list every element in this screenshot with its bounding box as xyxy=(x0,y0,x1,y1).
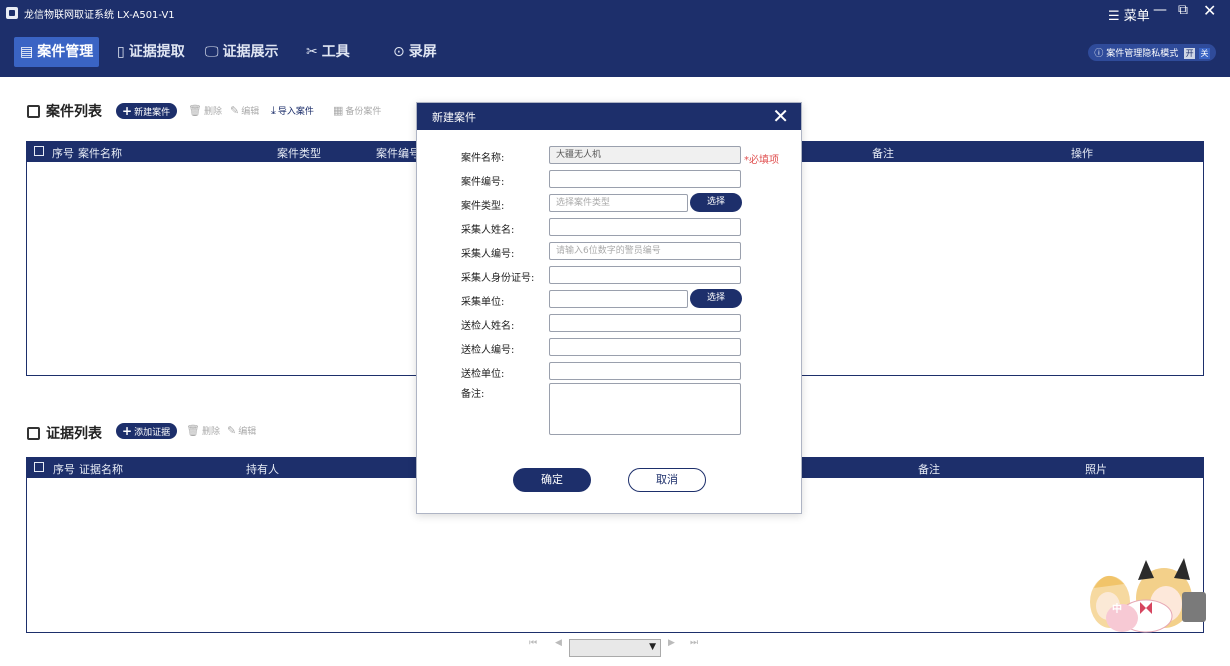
display-icon: 🖵 xyxy=(205,44,219,60)
trash-icon: 🗑 xyxy=(186,424,200,437)
col-remark: 备注 xyxy=(918,463,940,476)
backup-icon: ▦ xyxy=(333,104,344,117)
collector-unit-input[interactable] xyxy=(549,290,688,308)
case-type-label: 案件类型: xyxy=(461,201,505,212)
mascot-badge: 中 xyxy=(1112,604,1122,615)
tab-evidence-display[interactable]: 🖵 证据展示 xyxy=(199,37,285,67)
collector-id-label: 采集人身份证号: xyxy=(461,273,535,284)
dialog-header: 新建案件 ✕ xyxy=(417,103,801,130)
menu-button[interactable]: ☰ 菜单 xyxy=(1108,5,1150,24)
backup-case-button[interactable]: ▦ 备份案件 xyxy=(333,104,381,117)
tab-evidence-extract[interactable]: ▯ 证据提取 xyxy=(111,37,191,67)
delete-evidence-button[interactable]: 🗑 删除 xyxy=(186,424,220,437)
required-hint: *必填项 xyxy=(744,155,779,166)
case-list-icon xyxy=(27,105,40,118)
collector-number-label: 采集人编号: xyxy=(461,249,515,260)
confirm-button[interactable]: 确定 xyxy=(513,468,591,492)
submitter-name-input[interactable] xyxy=(549,314,741,332)
cancel-button[interactable]: 取消 xyxy=(628,468,706,492)
select-all-checkbox[interactable] xyxy=(34,461,48,474)
tab-case-management[interactable]: ▤ 案件管理 xyxy=(14,37,100,67)
mascot-icon xyxy=(1090,558,1206,633)
privacy-off-button[interactable]: 关 xyxy=(1199,48,1210,59)
case-type-input[interactable]: 选择案件类型 xyxy=(549,194,688,212)
collector-name-label: 采集人姓名: xyxy=(461,225,515,236)
col-remark: 备注 xyxy=(872,147,894,160)
privacy-on-button[interactable]: 开 xyxy=(1184,48,1196,59)
minimize-button[interactable]: — xyxy=(1153,2,1167,18)
tab-screen-record[interactable]: ⊙ 录屏 xyxy=(387,37,443,67)
window-title: 龙信物联网取证系统 LX-A501-V1 xyxy=(24,10,175,21)
submitter-unit-input[interactable] xyxy=(549,362,741,380)
page-select[interactable]: ▼ xyxy=(569,639,661,657)
menu-icon: ☰ xyxy=(1108,9,1120,24)
submitter-number-input[interactable] xyxy=(549,338,741,356)
evidence-list-title: 证据列表 xyxy=(27,423,102,443)
new-case-button[interactable]: + 新建案件 xyxy=(116,103,178,119)
collector-unit-select-button[interactable]: 选择 xyxy=(690,289,742,308)
col-photo: 照片 xyxy=(1085,463,1107,476)
record-icon: ⊙ xyxy=(393,44,405,60)
col-evidence-name: 证据名称 xyxy=(79,463,123,476)
mascot-widget[interactable]: 中 xyxy=(1086,558,1210,634)
edit-case-button[interactable]: ✎ 编辑 xyxy=(230,104,259,117)
col-case-type: 案件类型 xyxy=(277,147,321,160)
collector-unit-label: 采集单位: xyxy=(461,297,505,308)
case-number-label: 案件编号: xyxy=(461,177,505,188)
phone-icon: ▯ xyxy=(117,44,125,60)
add-evidence-button[interactable]: + 添加证据 xyxy=(116,423,178,439)
restore-button[interactable]: ⧉ xyxy=(1178,2,1188,18)
first-page-button[interactable]: ⏮ xyxy=(529,638,537,648)
delete-case-button[interactable]: 🗑 删除 xyxy=(188,104,222,117)
submitter-number-label: 送检人编号: xyxy=(461,345,515,356)
collector-number-input[interactable]: 请输入6位数字的警员编号 xyxy=(549,242,741,260)
case-management-icon: ▤ xyxy=(20,44,34,60)
col-operations: 操作 xyxy=(1071,147,1093,160)
submitter-name-label: 送检人姓名: xyxy=(461,321,515,332)
new-case-dialog: 新建案件 ✕ 案件名称: 大疆无人机 *必填项 案件编号: 案件类型: 选择案件… xyxy=(416,102,802,514)
prev-page-button[interactable]: ◀ xyxy=(555,638,562,648)
tools-icon: ✂ xyxy=(306,44,318,60)
select-all-checkbox[interactable] xyxy=(34,145,48,158)
col-seq: 序号 xyxy=(53,463,75,476)
download-icon: ⤓ xyxy=(271,104,276,117)
col-case-name: 案件名称 xyxy=(78,147,122,160)
edit-icon: ✎ xyxy=(227,424,237,437)
privacy-mode-toggle[interactable]: ⓘ 案件管理隐私模式 开 关 xyxy=(1088,44,1216,61)
col-seq: 序号 xyxy=(52,147,74,160)
main-nav: ▤ 案件管理 ▯ 证据提取 🖵 证据展示 ✂ 工具 ⊙ 录屏 ⓘ 案件管理隐私模式 开 关 xyxy=(0,27,1230,77)
remark-textarea[interactable] xyxy=(549,383,741,435)
case-list-title: 案件列表 xyxy=(27,101,102,121)
plus-icon: + xyxy=(122,424,133,438)
evidence-list-icon xyxy=(27,427,40,440)
col-case-number: 案件编号 xyxy=(376,147,420,160)
submitter-unit-label: 送检单位: xyxy=(461,369,505,380)
collector-name-input[interactable] xyxy=(549,218,741,236)
col-holder: 持有人 xyxy=(246,463,279,476)
edit-evidence-button[interactable]: ✎ 编辑 xyxy=(227,424,256,437)
app-logo-icon xyxy=(6,7,18,19)
edit-icon: ✎ xyxy=(230,104,240,117)
plus-icon: + xyxy=(122,104,133,118)
dropdown-arrow-icon: ▼ xyxy=(649,642,656,652)
next-page-button[interactable]: ▶ xyxy=(668,638,675,648)
case-number-input[interactable] xyxy=(549,170,741,188)
info-icon: ⓘ xyxy=(1094,49,1104,59)
dialog-close-button[interactable]: ✕ xyxy=(772,104,789,128)
close-window-button[interactable]: ✕ xyxy=(1203,1,1216,20)
import-case-button[interactable]: ⤓ 导入案件 xyxy=(271,104,314,118)
collector-id-input[interactable] xyxy=(549,266,741,284)
case-name-label: 案件名称: xyxy=(461,153,505,164)
case-name-input[interactable]: 大疆无人机 xyxy=(549,146,741,164)
trash-icon: 🗑 xyxy=(188,104,202,117)
dialog-title: 新建案件 xyxy=(432,111,476,124)
case-type-select-button[interactable]: 选择 xyxy=(690,193,742,212)
last-page-button[interactable]: ⏭ xyxy=(690,638,698,648)
tab-tools[interactable]: ✂ 工具 xyxy=(300,37,356,67)
title-bar: 龙信物联网取证系统 LX-A501-V1 ☰ 菜单 — ⧉ ✕ xyxy=(0,0,1230,27)
remark-label: 备注: xyxy=(461,389,485,400)
menu-label: 菜单 xyxy=(1123,9,1150,24)
close-icon: ✕ xyxy=(772,104,789,128)
